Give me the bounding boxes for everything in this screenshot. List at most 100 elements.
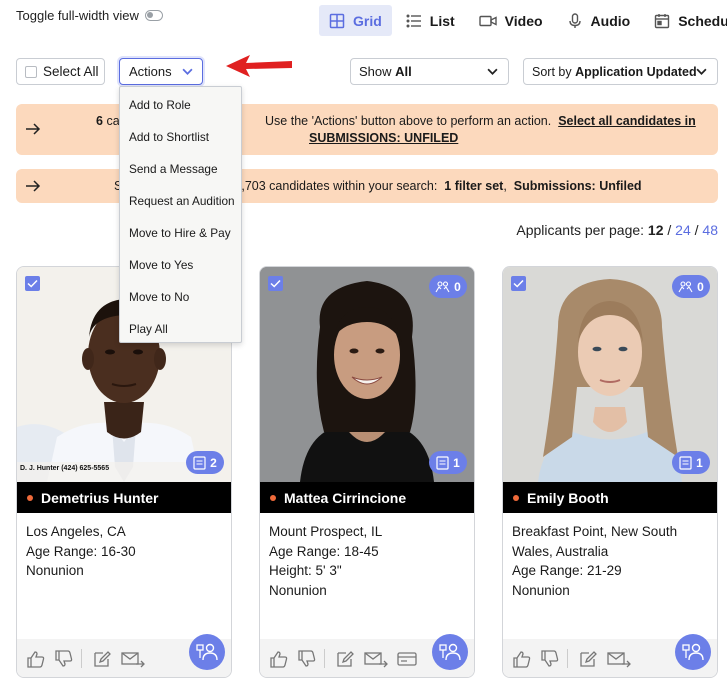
candidate-card[interactable]: 0 1 Mattea Cirrincione Mount Prospect, I… — [259, 266, 475, 678]
candidate-name-bar[interactable]: Emily Booth — [503, 482, 717, 513]
candidate-info: Mount Prospect, IL Age Range: 18-45 Heig… — [269, 522, 467, 600]
media-count-badge[interactable]: 2 — [186, 451, 224, 474]
candidate-location: Breakfast Point, New South Wales, Austra… — [512, 524, 678, 559]
chevron-down-icon — [182, 68, 193, 75]
chevron-down-icon — [696, 68, 707, 75]
tab-grid[interactable]: Grid — [319, 5, 392, 36]
edit-note-icon[interactable] — [578, 650, 598, 668]
candidate-location: Mount Prospect, IL — [269, 524, 383, 539]
sort-prefix: Sort by — [532, 64, 572, 79]
tab-audio[interactable]: Audio — [557, 5, 641, 36]
total-candidates-count: ,703 — [241, 179, 266, 193]
menu-item-play-all[interactable]: Play All — [120, 313, 241, 345]
per-page-current: 12 — [647, 222, 664, 238]
media-count-badge[interactable]: 1 — [672, 451, 710, 474]
tab-grid-label: Grid — [353, 12, 382, 29]
tab-video[interactable]: Video — [469, 5, 553, 36]
filter-count: 1 filter set — [444, 179, 504, 193]
candidate-name-bar[interactable]: Mattea Cirrincione — [260, 482, 474, 513]
per-page-separator: / — [694, 222, 699, 238]
actions-button[interactable]: Actions — [119, 58, 203, 85]
card-checkbox[interactable] — [511, 276, 526, 291]
add-to-role-button[interactable] — [675, 634, 711, 670]
candidate-photo[interactable] — [260, 267, 474, 482]
add-to-role-button[interactable] — [189, 634, 225, 670]
select-all-candidates-link[interactable]: Select all candidates in — [558, 114, 696, 128]
media-count-badge[interactable]: 1 — [429, 451, 467, 474]
thumbs-up-icon[interactable] — [269, 650, 289, 668]
footer-divider — [81, 649, 82, 668]
video-icon — [478, 15, 497, 26]
assign-candidate-icon — [682, 643, 704, 661]
thumbs-up-icon[interactable] — [26, 650, 46, 668]
menu-item-add-to-shortlist[interactable]: Add to Shortlist — [120, 121, 241, 153]
checkmark-icon — [27, 279, 38, 288]
tab-schedule[interactable]: Schedule — [644, 5, 727, 36]
summary-description: candidates within your search: — [269, 179, 438, 193]
menu-item-request-audition[interactable]: Request an Audition — [120, 185, 241, 217]
show-filter-select[interactable]: Show All — [350, 58, 509, 85]
full-width-toggle-group[interactable]: Toggle full-width view — [16, 8, 163, 23]
selection-instructions: Use the 'Actions' button above to perfor… — [265, 114, 552, 128]
status-dot — [27, 494, 33, 501]
send-message-icon[interactable] — [121, 650, 145, 668]
card-checkbox[interactable] — [25, 276, 40, 291]
per-page-option-24[interactable]: 24 — [675, 222, 691, 238]
card-checkbox[interactable] — [268, 276, 283, 291]
candidate-union-status: Nonunion — [26, 563, 84, 578]
menu-item-move-to-no[interactable]: Move to No — [120, 281, 241, 313]
candidate-info: Breakfast Point, New South Wales, Austra… — [512, 522, 710, 600]
tab-list-label: List — [429, 12, 455, 29]
role-count-badge[interactable]: 0 — [672, 275, 710, 298]
media-count: 1 — [453, 455, 460, 470]
candidate-name-bar[interactable]: Demetrius Hunter — [17, 482, 231, 513]
candidate-location: Los Angeles, CA — [26, 524, 126, 539]
sort-select[interactable]: Sort by Application Updated — [523, 58, 718, 85]
menu-item-move-to-hire-pay[interactable]: Move to Hire & Pay — [120, 217, 241, 249]
grid-icon — [329, 13, 345, 28]
per-page-option-48[interactable]: 48 — [702, 222, 718, 238]
candidate-name[interactable]: Demetrius Hunter — [41, 490, 158, 506]
send-message-icon[interactable] — [364, 650, 388, 668]
menu-item-send-message[interactable]: Send a Message — [120, 153, 241, 185]
actions-dropdown-menu: Add to Role Add to Shortlist Send a Mess… — [119, 86, 242, 343]
document-icon — [193, 455, 206, 470]
red-pointer-arrow-icon — [226, 55, 292, 77]
media-count: 1 — [696, 455, 703, 470]
status-dot — [270, 494, 276, 501]
candidate-info: Los Angeles, CA Age Range: 16-30 Nonunio… — [26, 522, 224, 581]
thumbs-down-icon[interactable] — [540, 650, 560, 668]
menu-item-move-to-yes[interactable]: Move to Yes — [120, 249, 241, 281]
add-to-role-button[interactable] — [432, 634, 468, 670]
view-tabs: Grid List Video Audio Schedule — [319, 5, 727, 36]
candidate-name[interactable]: Mattea Cirrincione — [284, 490, 406, 506]
full-width-toggle[interactable] — [144, 10, 163, 21]
select-all-candidates-link-line2[interactable]: SUBMISSIONS: UNFILED — [309, 131, 458, 145]
show-value: All — [395, 64, 412, 79]
actions-label: Actions — [129, 64, 172, 79]
document-icon — [436, 455, 449, 470]
thumbs-down-icon[interactable] — [297, 650, 317, 668]
role-count-badge[interactable]: 0 — [429, 275, 467, 298]
menu-item-add-to-role[interactable]: Add to Role — [120, 89, 241, 121]
thumbs-up-icon[interactable] — [512, 650, 532, 668]
status-dot — [513, 494, 519, 501]
per-page-label: Applicants per page: — [516, 222, 645, 238]
candidate-name[interactable]: Emily Booth — [527, 490, 609, 506]
role-count: 0 — [697, 279, 704, 294]
candidate-card[interactable]: 0 1 Emily Booth Breakfast Point, New Sou… — [502, 266, 718, 678]
candidate-photo[interactable] — [503, 267, 717, 482]
tab-video-label: Video — [504, 12, 543, 29]
select-all-checkbox[interactable] — [25, 65, 37, 78]
thumbs-down-icon[interactable] — [54, 650, 74, 668]
media-count: 2 — [210, 455, 217, 470]
tab-list[interactable]: List — [396, 5, 465, 36]
sort-value: Application Updated — [575, 64, 697, 79]
select-all-button[interactable]: Select All — [16, 58, 105, 85]
candidate-age-range: Age Range: 16-30 — [26, 543, 136, 559]
checkmark-icon — [270, 279, 281, 288]
send-message-icon[interactable] — [607, 650, 631, 668]
edit-note-icon[interactable] — [92, 650, 112, 668]
payment-card-icon[interactable] — [397, 650, 419, 668]
edit-note-icon[interactable] — [335, 650, 355, 668]
